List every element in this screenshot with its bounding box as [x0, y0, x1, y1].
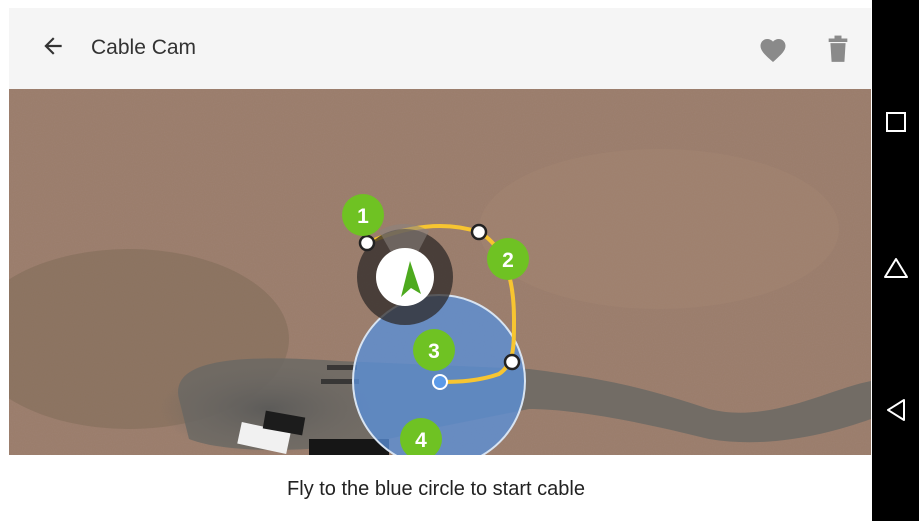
waypoint-1[interactable]: 1	[342, 194, 384, 236]
arrow-left-icon	[44, 37, 62, 55]
dark-strip	[327, 365, 357, 370]
drone-marker[interactable]	[376, 248, 434, 306]
waypoint-2[interactable]: 2	[487, 238, 529, 280]
instruction-text: Fly to the blue circle to start cable	[287, 478, 585, 500]
map-canvas[interactable]: 1 2 3 4	[9, 89, 871, 455]
page-title: Cable Cam	[91, 36, 197, 59]
recents-button[interactable]	[881, 107, 911, 137]
path-vertex[interactable]	[470, 223, 488, 241]
path-vertex[interactable]	[503, 353, 521, 371]
system-nav-bar	[872, 0, 919, 521]
home-button[interactable]	[881, 253, 911, 283]
delete-button[interactable]	[823, 32, 853, 66]
app-screen: Cable Cam 1 2 3 4 Fly to the blue circle…	[0, 0, 872, 521]
svg-text:4: 4	[415, 429, 427, 452]
trash-icon	[828, 35, 848, 62]
path-vertex[interactable]	[358, 234, 376, 252]
favorite-button[interactable]	[756, 32, 790, 66]
terrain-patch	[479, 149, 839, 309]
system-back-button[interactable]	[881, 395, 911, 425]
satellite-map[interactable]: 1 2 3 4	[9, 89, 871, 455]
app-bar: Cable Cam	[9, 8, 871, 89]
back-button[interactable]	[36, 29, 70, 63]
waypoint-3[interactable]: 3	[413, 329, 455, 371]
square-icon	[886, 112, 906, 132]
svg-text:2: 2	[502, 249, 514, 272]
svg-text:3: 3	[428, 340, 440, 363]
heart-icon	[760, 39, 786, 62]
svg-text:1: 1	[357, 205, 369, 228]
current-position-dot	[432, 374, 448, 390]
triangle-back-icon	[887, 399, 905, 421]
home-icon	[884, 258, 908, 278]
